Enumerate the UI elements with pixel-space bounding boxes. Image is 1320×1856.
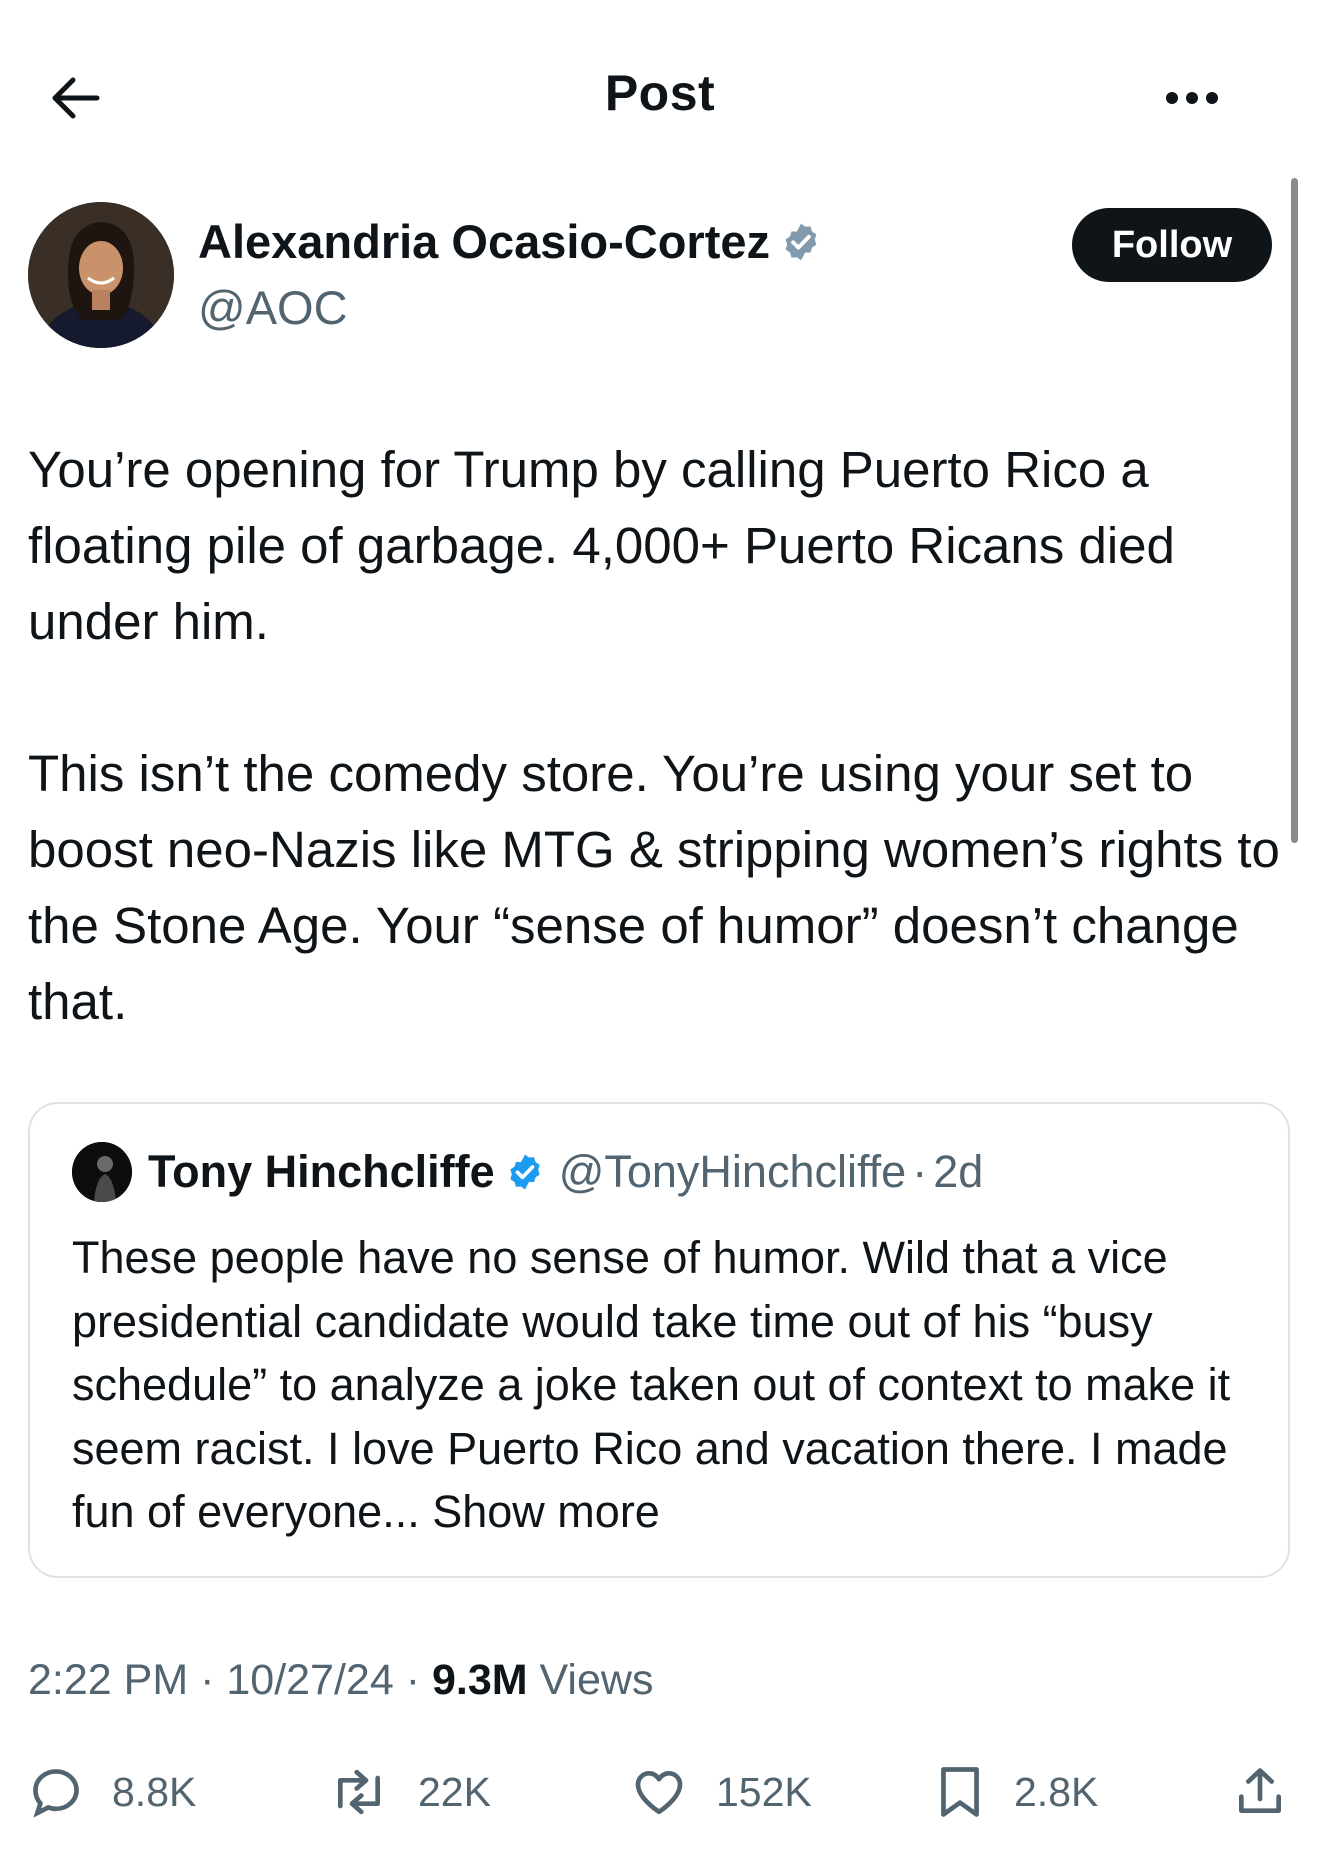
scrollbar[interactable] <box>1291 178 1298 843</box>
more-dot-icon <box>1166 92 1178 104</box>
like-count: 152K <box>716 1768 812 1815</box>
reply-icon <box>33 1769 79 1818</box>
share-icon <box>1239 1768 1281 1813</box>
top-bar: Post <box>0 0 1320 190</box>
more-options-button[interactable] <box>1152 76 1232 120</box>
tweet-text: You’re opening for Trump by calling Puer… <box>28 432 1288 1040</box>
avatar-image <box>28 202 174 348</box>
verified-badge-icon <box>785 223 817 260</box>
quoted-post-text: These people have no sense of humor. Wil… <box>72 1226 1262 1544</box>
author-avatar[interactable] <box>28 202 174 348</box>
quoted-post-time: 2d <box>933 1146 984 1197</box>
heart-icon <box>635 1771 683 1815</box>
tweet-paragraph: This isn’t the comedy store. You’re usin… <box>28 745 1280 1030</box>
repost-count: 22K <box>418 1768 491 1815</box>
more-dot-icon <box>1186 92 1198 104</box>
author-name[interactable]: Alexandria Ocasio-Cortez <box>198 214 770 269</box>
quoted-post-header: Tony Hinchcliffe @TonyHinchcliffe · 2d <box>72 1142 983 1202</box>
post-meta: 2:22 PM · 10/27/24 · 9.3M Views <box>28 1656 653 1705</box>
quoted-author-handle: @TonyHinchcliffe <box>558 1146 907 1197</box>
show-more-link[interactable]: Show more <box>432 1486 660 1537</box>
verified-badge-icon <box>510 1154 540 1190</box>
separator: · <box>393 1656 432 1704</box>
quoted-author-avatar <box>72 1142 132 1202</box>
author-name-row: Alexandria Ocasio-Cortez <box>198 214 822 269</box>
page-title: Post <box>604 65 716 121</box>
views-label: Views <box>527 1656 654 1704</box>
separator: · <box>188 1656 227 1704</box>
action-bar: 8.8K 22K 152K 2.8K <box>0 1752 1320 1832</box>
views-count[interactable]: 9.3M <box>432 1656 528 1704</box>
tweet-paragraph: You’re opening for Trump by calling Puer… <box>28 441 1175 650</box>
repost-icon <box>338 1769 380 1815</box>
like-button[interactable]: 152K <box>630 1752 812 1832</box>
repost-button[interactable]: 22K <box>328 1752 491 1832</box>
reply-button[interactable]: 8.8K <box>28 1752 196 1832</box>
post-time: 2:22 PM <box>28 1656 189 1704</box>
more-dot-icon <box>1206 92 1218 104</box>
follow-button[interactable]: Follow <box>1072 208 1272 282</box>
bookmark-count: 2.8K <box>1014 1768 1099 1815</box>
bookmark-button[interactable]: 2.8K <box>934 1752 1098 1832</box>
author-handle[interactable]: @AOC <box>198 280 348 335</box>
quoted-post[interactable]: Tony Hinchcliffe @TonyHinchcliffe · 2d T… <box>28 1102 1290 1578</box>
post-date: 10/27/24 <box>226 1656 394 1704</box>
separator: · <box>912 1146 928 1197</box>
share-button[interactable] <box>1232 1752 1288 1832</box>
reply-count: 8.8K <box>112 1768 197 1815</box>
quoted-author-name: Tony Hinchcliffe <box>148 1146 495 1197</box>
bookmark-icon <box>941 1767 979 1817</box>
